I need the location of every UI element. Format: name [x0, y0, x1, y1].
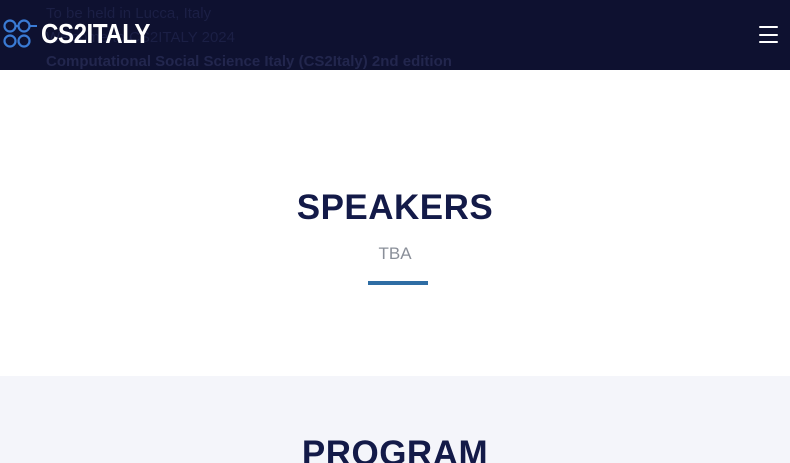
menu-bar: [759, 26, 778, 28]
linked-circles-logo-icon: [3, 19, 37, 48]
program-title: PROGRAM: [301, 434, 489, 463]
top-navbar: To be held in Lucca, Italy Welcome to CS…: [0, 0, 790, 70]
program-section: PROGRAM: [0, 376, 790, 463]
menu-bar: [759, 33, 778, 36]
speakers-subtitle: TBA: [378, 244, 412, 263]
speakers-title: SPEAKERS: [296, 188, 494, 227]
section-divider: [368, 281, 428, 285]
speakers-section: SPEAKERS TBA: [0, 70, 790, 376]
logo-wordmark: CS2ITALY: [41, 18, 150, 49]
menu-bar: [759, 41, 778, 43]
hamburger-menu-icon[interactable]: [759, 26, 778, 43]
hero-line-3: Computational Social Science Italy (CS2I…: [46, 53, 452, 70]
site-logo-link[interactable]: CS2ITALY: [3, 18, 168, 50]
